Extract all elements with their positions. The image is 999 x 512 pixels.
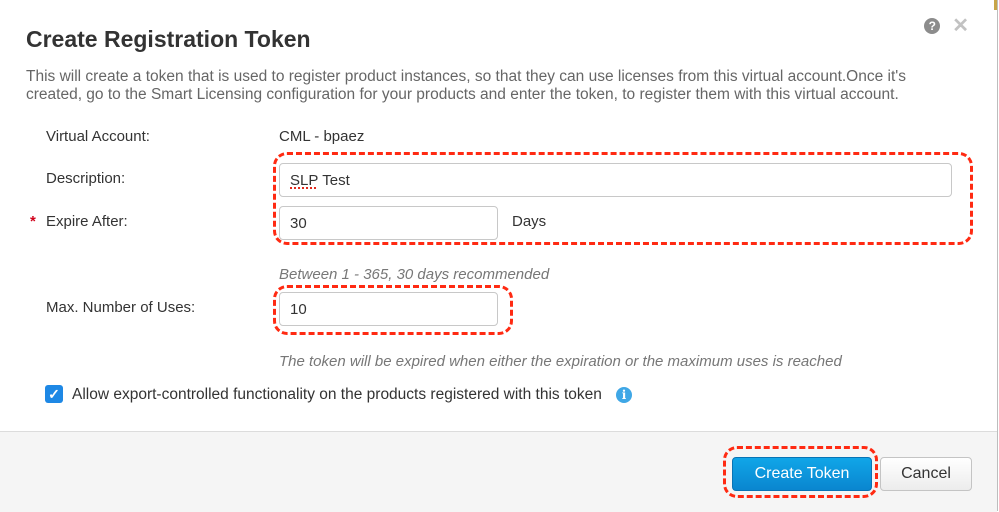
max-uses-hint: The token will be expired when either th… [279, 353, 842, 370]
required-marker: * [30, 213, 36, 230]
help-icon[interactable]: ? [924, 18, 941, 34]
window-edge-accent [994, 0, 997, 10]
info-icon[interactable]: i [616, 387, 632, 403]
annotation-highlight-max-uses [273, 285, 513, 335]
annotation-highlight-description-expire [273, 152, 973, 245]
checkmark-icon: ✓ [48, 385, 60, 402]
create-registration-token-dialog: Create Registration Token ? ✕ This will … [0, 0, 998, 512]
cancel-button[interactable]: Cancel [880, 457, 972, 491]
description-label: Description: [46, 170, 126, 187]
expire-after-label: Expire After: [46, 213, 128, 230]
close-icon[interactable]: ✕ [952, 16, 969, 36]
dialog-title: Create Registration Token [26, 26, 311, 52]
virtual-account-value: CML - bpaez [279, 128, 365, 145]
expire-after-hint: Between 1 - 365, 30 days recommended [279, 266, 550, 283]
export-controlled-checkbox[interactable]: ✓ [45, 385, 63, 403]
max-uses-label: Max. Number of Uses: [46, 299, 196, 316]
virtual-account-label: Virtual Account: [46, 128, 150, 145]
annotation-highlight-create-token [723, 446, 878, 498]
dialog-header-actions: ? ✕ [924, 16, 969, 36]
export-controlled-label[interactable]: Allow export-controlled functionality on… [72, 386, 602, 404]
dialog-description: This will create a token that is used to… [26, 68, 906, 103]
